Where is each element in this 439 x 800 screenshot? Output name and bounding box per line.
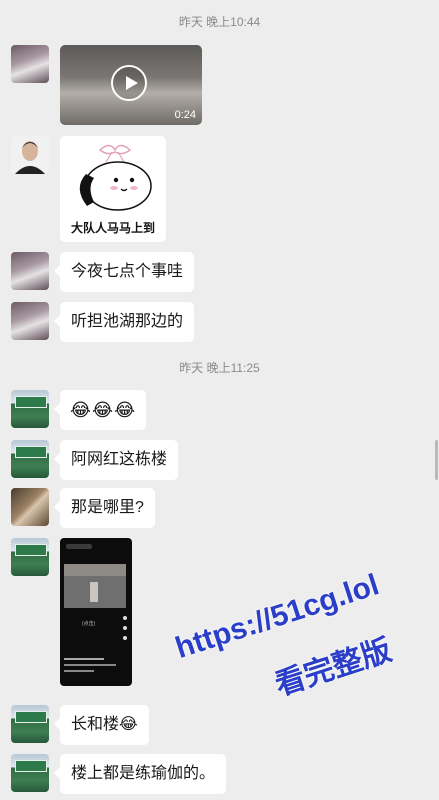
laughing-emoji-icon: 😂 — [70, 400, 93, 420]
avatar[interactable] — [11, 488, 49, 526]
avatar[interactable] — [11, 440, 49, 478]
avatar[interactable] — [11, 302, 49, 340]
avatar[interactable] — [11, 252, 49, 290]
screenshot-thumbnail — [64, 544, 127, 672]
video-message[interactable]: 0:24 — [60, 45, 202, 125]
text-bubble[interactable]: 楼上都是练瑜伽的。 — [53, 754, 227, 794]
laughing-emoji-icon: 😂 — [92, 400, 115, 420]
avatar[interactable] — [11, 136, 49, 174]
text-bubble[interactable]: 今夜七点个事哇 — [53, 252, 195, 292]
sticker-caption: 大队人马马上到 — [70, 221, 155, 235]
laughing-emoji-icon: 😂 — [114, 400, 137, 420]
image-caption: (点击) — [82, 621, 96, 627]
avatar[interactable] — [11, 754, 49, 792]
video-duration: 0:24 — [174, 109, 196, 121]
scrollbar[interactable] — [435, 440, 438, 480]
avatar[interactable] — [11, 45, 49, 83]
message-text: 长和楼 — [71, 716, 120, 733]
chat-screen: { "timestamps": ["昨天 晚上10:44", "昨天 晚上11:… — [0, 0, 439, 800]
avatar[interactable] — [11, 705, 49, 743]
watermark-text: 看完整版 — [271, 633, 396, 703]
text-bubble[interactable]: 长和楼😂 — [54, 705, 149, 745]
text-bubble[interactable]: 那是哪里? — [54, 488, 155, 528]
portrait-image — [11, 136, 49, 174]
avatar[interactable] — [11, 538, 49, 576]
chat-timestamp: 昨天 晚上10:44 — [178, 15, 261, 29]
play-icon[interactable] — [111, 65, 147, 101]
text-bubble[interactable]: 听担池湖那边的 — [53, 302, 195, 342]
avatar[interactable] — [11, 390, 49, 428]
chat-timestamp: 昨天 晚上11:25 — [179, 361, 260, 375]
emoji-bubble[interactable]: 😂😂😂 — [53, 390, 147, 430]
image-message[interactable]: (点击) — [60, 538, 132, 686]
sticker-message[interactable]: 大队人马马上到 — [60, 136, 166, 242]
laughing-emoji-icon: 😂 — [119, 716, 138, 733]
text-bubble[interactable]: 阿网红这栋楼 — [53, 440, 179, 480]
